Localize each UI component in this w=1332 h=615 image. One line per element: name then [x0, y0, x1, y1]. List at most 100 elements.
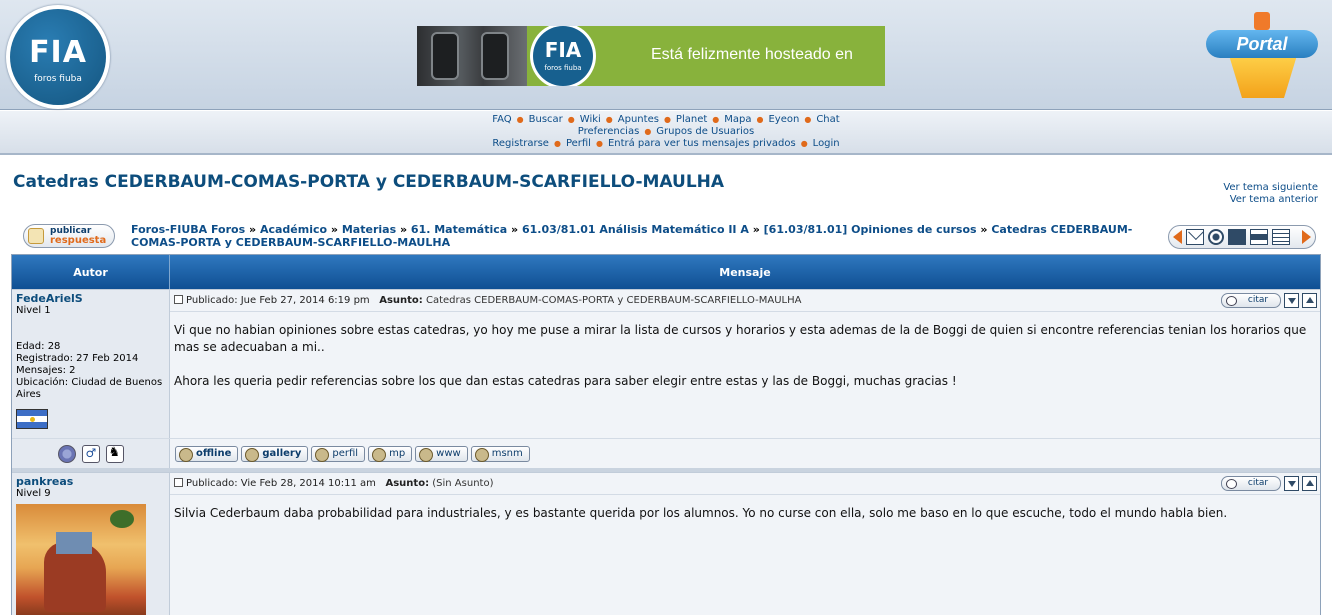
post-meta: Publicado: Vie Feb 28, 2014 10:11 am Asu… [170, 473, 1320, 495]
posts-table: Autor Mensaje FedeArielS Nivel 1 Edad: 2… [11, 254, 1321, 615]
post-icon [174, 478, 183, 487]
post-author-registered: Registrado: 27 Feb 2014 [16, 353, 139, 364]
post-subject-label: Asunto: [385, 478, 430, 489]
nav-bullet: ● [553, 139, 561, 148]
hosting-banner[interactable]: FIA foros fiuba Está felizmente hosteado … [417, 26, 885, 86]
quote-button[interactable]: citar [1221, 476, 1281, 491]
post-content: Silvia Cederbaum daba probabilidad para … [170, 495, 1320, 522]
document-icon[interactable] [1272, 229, 1290, 245]
post-footer: offline gallery perfil mp www msnm [12, 438, 1320, 468]
nav-eyeon[interactable]: Eyeon [768, 114, 799, 125]
logo-mark: FIA [29, 35, 87, 70]
post-author-panel: pankreas Nivel 9 [12, 473, 170, 615]
nav-chat[interactable]: Chat [816, 114, 839, 125]
scroll-up-icon[interactable] [1302, 293, 1317, 308]
column-header-author: Autor [12, 255, 170, 289]
quote-button[interactable]: citar [1221, 293, 1281, 308]
previous-arrow-icon[interactable] [1173, 230, 1182, 244]
topic-title[interactable]: Catedras CEDERBAUM-COMAS-PORTA y CEDERBA… [13, 172, 724, 192]
breadcrumb-item[interactable]: Materias [342, 223, 396, 236]
post-author-messages: Mensajes: 2 [16, 365, 76, 376]
reply-icon [28, 228, 44, 244]
scroll-down-icon[interactable] [1284, 476, 1299, 491]
post-date: Publicado: Vie Feb 28, 2014 10:11 am [186, 478, 376, 489]
post-author-name[interactable]: pankreas [16, 476, 165, 488]
banner-hardware-image [417, 26, 527, 86]
nav-buscar[interactable]: Buscar [529, 114, 563, 125]
reply-label-bottom: respuesta [50, 235, 107, 246]
nav-preferencias[interactable]: Preferencias [578, 126, 640, 137]
post-subject-label: Asunto: [379, 295, 423, 306]
nav-grupos[interactable]: Grupos de Usuarios [656, 126, 754, 137]
nav-mapa[interactable]: Mapa [724, 114, 751, 125]
post-paragraph: Ahora les queria pedir referencias sobre… [174, 374, 957, 388]
website-button[interactable]: www [415, 445, 468, 462]
nav-bullet: ● [567, 115, 575, 124]
logo-badge: FIA foros fiuba [10, 9, 106, 105]
prev-topic-link[interactable]: Ver tema anterior [1223, 194, 1318, 206]
print-icon[interactable] [1250, 229, 1268, 245]
avatar-tree [110, 510, 134, 528]
topic-tools-bar [1168, 225, 1316, 249]
column-header-message: Mensaje [719, 265, 771, 279]
nav-wiki[interactable]: Wiki [580, 114, 601, 125]
nav-mensajes-privados[interactable]: Entrá para ver tus mensajes privados [608, 138, 796, 149]
nav-bullet: ● [516, 115, 524, 124]
post-icon [174, 295, 183, 304]
watch-topic-icon[interactable] [1208, 229, 1224, 245]
argentina-flag-icon [16, 409, 48, 429]
nav-bullet: ● [595, 139, 603, 148]
next-topic-link[interactable]: Ver tema siguiente [1223, 182, 1318, 194]
nav-registrarse[interactable]: Registrarse [492, 138, 549, 149]
nav-row-1: FAQ ● Buscar ● Wiki ● Apuntes ● Planet ● Mapa ● Eyeo… [0, 114, 1332, 126]
breadcrumb-item[interactable]: 61.03/81.01 Análisis Matemático II A [522, 223, 749, 236]
msn-button[interactable]: msnm [470, 445, 530, 462]
nav-faq[interactable]: FAQ [492, 114, 511, 125]
portal-logo-top [1254, 12, 1270, 30]
post-author-icons [12, 439, 170, 468]
post-paragraph: Silvia Cederbaum daba probabilidad para … [174, 506, 1228, 520]
portal-logo[interactable]: Portal [1206, 12, 1318, 102]
post-reply-button[interactable]: publicar respuesta [23, 224, 115, 248]
save-icon[interactable] [1228, 229, 1246, 245]
banner-logo-mark: FIA [544, 38, 582, 62]
post-author-age: Edad: 28 [16, 341, 61, 352]
breadcrumb-item[interactable]: Foros-FIUBA Foros [131, 223, 245, 236]
breadcrumb-item[interactable]: Académico [260, 223, 327, 236]
nav-bullet: ● [804, 115, 812, 124]
globe-icon[interactable] [57, 444, 76, 463]
nav-planet[interactable]: Planet [676, 114, 707, 125]
site-header: FIA foros fiuba FIA foros fiuba Está feli… [0, 0, 1332, 110]
foros-fiuba-logo[interactable]: FIA foros fiuba [6, 5, 110, 109]
post-author-name[interactable]: FedeArielS [16, 293, 165, 305]
breadcrumb-item[interactable]: 61. Matemática [411, 223, 507, 236]
topic-navigation: Ver tema siguiente Ver tema anterior [1223, 182, 1318, 206]
post-profile-buttons: offline gallery perfil mp www msnm [170, 439, 1320, 468]
breadcrumb-separator: » [399, 223, 408, 236]
main-nav: FAQ ● Buscar ● Wiki ● Apuntes ● Planet ● Mapa ● Eyeo… [0, 111, 1332, 155]
nav-login[interactable]: Login [813, 138, 840, 149]
email-topic-icon[interactable] [1186, 229, 1204, 245]
banner-logo: FIA foros fiuba [530, 26, 596, 86]
breadcrumb-separator: » [249, 223, 257, 236]
breadcrumb-separator: » [980, 223, 988, 236]
post-author-rank: Nivel 9 [16, 488, 51, 499]
post-content: Vi que no habian opiniones sobre estas c… [170, 312, 1320, 390]
nav-bullet: ● [605, 115, 613, 124]
breadcrumb-item[interactable]: [61.03/81.01] Opiniones de cursos [764, 223, 977, 236]
logo-subtitle: foros fiuba [34, 74, 82, 84]
nav-apuntes[interactable]: Apuntes [618, 114, 659, 125]
scroll-up-icon[interactable] [1302, 476, 1317, 491]
private-message-button[interactable]: mp [368, 445, 413, 462]
offline-status-button[interactable]: offline [175, 445, 239, 462]
breadcrumb-separator: » [752, 223, 760, 236]
profile-button[interactable]: perfil [311, 445, 366, 462]
gallery-button[interactable]: gallery [241, 445, 309, 462]
post-body: Publicado: Jue Feb 27, 2014 6:19 pm Asun… [170, 290, 1320, 438]
scroll-down-icon[interactable] [1284, 293, 1299, 308]
banner-text: Está felizmente hosteado en [651, 46, 853, 63]
nav-perfil[interactable]: Perfil [566, 138, 591, 149]
post: pankreas Nivel 9 Publicado: Vie Feb 28, … [12, 472, 1320, 615]
nav-bullet: ● [712, 115, 720, 124]
next-arrow-icon[interactable] [1302, 230, 1311, 244]
